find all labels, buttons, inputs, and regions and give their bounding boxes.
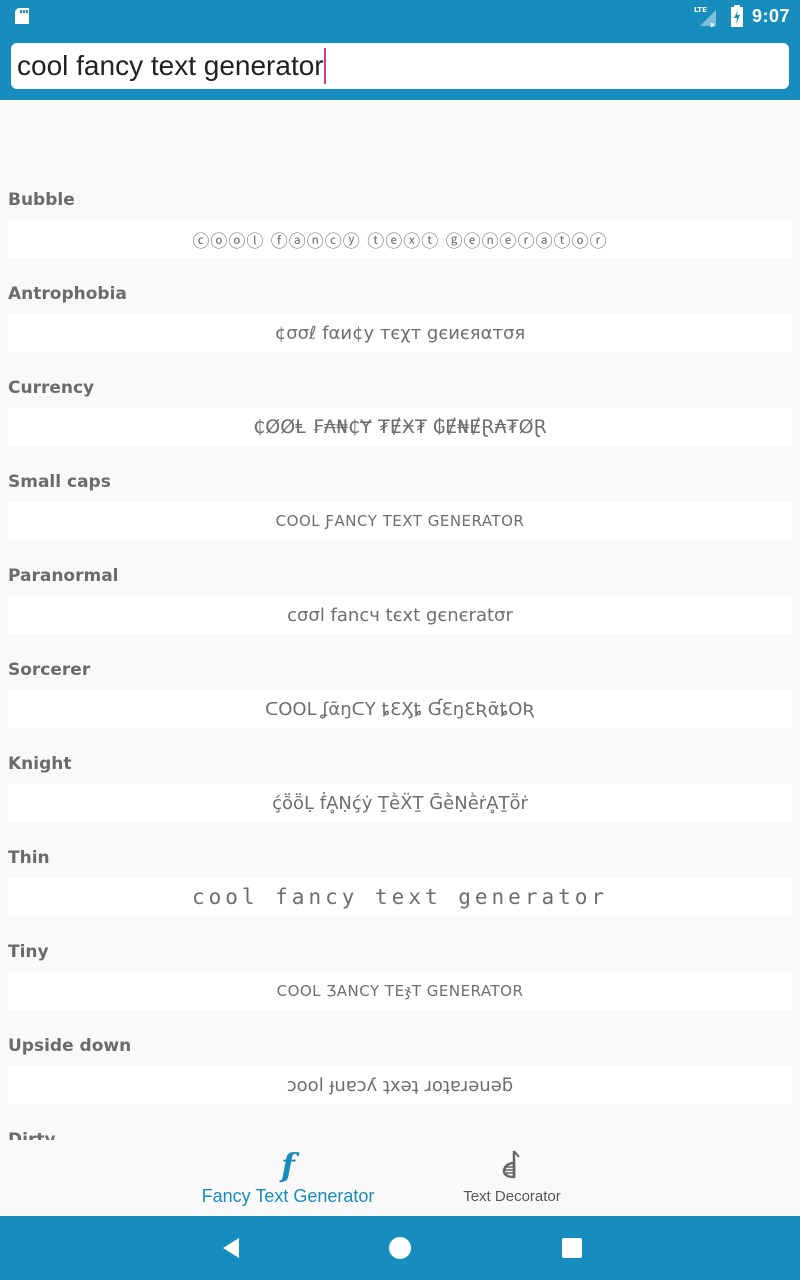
recents-icon[interactable] xyxy=(560,1236,584,1260)
style-output[interactable]: COOL ƷANCY TEჯT GENERATOR xyxy=(8,972,792,1010)
battery-charging-icon xyxy=(730,5,743,27)
styles-list-container[interactable]: Bubble ⓒⓞⓞⓛ ⓕⓐⓝⓒⓨ ⓣⓔⓧⓣ ⓖⓔⓝⓔⓡⓐⓣⓞⓡ Antroph… xyxy=(0,100,800,1140)
fancy-f-icon: f xyxy=(281,1146,295,1184)
style-item-antrophobia: Antrophobia ¢σσℓ fαи¢у тєχт gєиєяαтσя xyxy=(0,278,800,372)
style-item-tiny: Tiny COOL ƷANCY TEჯT GENERATOR xyxy=(0,936,800,1030)
search-input[interactable]: cool fancy text generator xyxy=(11,43,789,89)
style-item-knight: Knight ḉṏṏḶ ḟḀṆḉẏ ṮḕẌṮ ḠḕṆḕṙḀṮṏṙ xyxy=(0,748,800,842)
search-bar: cool fancy text generator xyxy=(0,32,800,100)
back-icon[interactable] xyxy=(219,1236,243,1260)
svg-text:x: x xyxy=(710,21,715,28)
style-label: Thin xyxy=(8,848,50,868)
svg-text:LTE: LTE xyxy=(694,6,707,14)
styles-list: Bubble ⓒⓞⓞⓛ ⓕⓐⓝⓒⓨ ⓣⓔⓧⓣ ⓖⓔⓝⓔⓡⓐⓣⓞⓡ Antroph… xyxy=(0,184,800,1140)
style-output[interactable]: cσσl fancч tєxt gєnєratσr xyxy=(8,596,792,634)
tab-label: Text Decorator xyxy=(463,1188,561,1205)
search-input-value[interactable]: cool fancy text generator xyxy=(17,50,324,82)
style-label: Antrophobia xyxy=(8,284,127,304)
style-label: Bubble xyxy=(8,190,75,210)
style-item-paranormal: Paranormal cσσl fancч tєxt gєnєratσr xyxy=(0,560,800,654)
style-label: Small caps xyxy=(8,472,111,492)
style-label: Knight xyxy=(8,754,72,774)
status-bar: LTE x 9:07 xyxy=(0,0,800,32)
style-item-thin: Thin cool fancy text generator xyxy=(0,842,800,936)
style-output[interactable]: ¢σσℓ fαи¢у тєχт gєиєяαтσя xyxy=(8,314,792,352)
style-output[interactable]: ⓒⓞⓞⓛ ⓕⓐⓝⓒⓨ ⓣⓔⓧⓣ ⓖⓔⓝⓔⓡⓐⓣⓞⓡ xyxy=(8,220,792,258)
style-output[interactable]: COOL ƑANCY TEXT GENERATOR xyxy=(8,502,792,540)
style-label: Paranormal xyxy=(8,566,119,586)
style-item-upside-down: Upside down ɔool ɟuɐɔʎ ʇxǝʇ ɹoʇɐɹǝuǝƃ xyxy=(0,1030,800,1124)
text-cursor xyxy=(323,48,326,84)
style-output[interactable]: cool fancy text generator xyxy=(8,878,792,916)
style-label: Dirty xyxy=(8,1130,56,1140)
style-output[interactable]: ₵ØØⱠ ₣₳₦₵Ɏ ₮ɆӾ₮ ₲Ɇ₦ɆⱤ₳₮ØⱤ xyxy=(8,408,792,446)
sd-card-icon xyxy=(15,8,29,24)
style-label: Sorcerer xyxy=(8,660,91,680)
style-item-dirty: Dirty xyxy=(0,1124,800,1140)
system-navigation-bar xyxy=(0,1216,800,1280)
style-output[interactable]: ɔool ɟuɐɔʎ ʇxǝʇ ɹoʇɐɹǝuǝƃ xyxy=(8,1066,792,1104)
style-label: Tiny xyxy=(8,942,49,962)
style-item-currency: Currency ₵ØØⱠ ₣₳₦₵Ɏ ₮ɆӾ₮ ₲Ɇ₦ɆⱤ₳₮ØⱤ xyxy=(0,372,800,466)
signal-no-data-icon: LTE x xyxy=(694,6,716,28)
tab-fancy-text-generator[interactable]: f Fancy Text Generator xyxy=(188,1140,388,1216)
tab-label: Fancy Text Generator xyxy=(201,1186,375,1206)
clock: 9:07 xyxy=(751,5,790,26)
style-item-sorcerer: Sorcerer ᑕOOᒪ ʆᾱŋᑕY ȶƐӼȶ ƓƐŋƐƦᾱȶOƦ xyxy=(0,654,800,748)
style-item-bubble: Bubble ⓒⓞⓞⓛ ⓕⓐⓝⓒⓨ ⓣⓔⓧⓣ ⓖⓔⓝⓔⓡⓐⓣⓞⓡ xyxy=(0,184,800,278)
tab-text-decorator[interactable]: Text Decorator xyxy=(432,1140,592,1216)
style-output[interactable]: ᑕOOᒪ ʆᾱŋᑕY ȶƐӼȶ ƓƐŋƐƦᾱȶOƦ xyxy=(8,690,792,728)
style-output[interactable]: ḉṏṏḶ ḟḀṆḉẏ ṮḕẌṮ ḠḕṆḕṙḀṮṏṙ xyxy=(8,784,792,822)
text-decorator-icon xyxy=(501,1148,523,1182)
style-item-small-caps: Small caps COOL ƑANCY TEXT GENERATOR xyxy=(0,466,800,560)
style-label: Currency xyxy=(8,378,95,398)
bottom-navigation: f Fancy Text Generator Text Decorator xyxy=(0,1140,800,1216)
home-icon[interactable] xyxy=(388,1236,412,1260)
style-label: Upside down xyxy=(8,1036,132,1056)
